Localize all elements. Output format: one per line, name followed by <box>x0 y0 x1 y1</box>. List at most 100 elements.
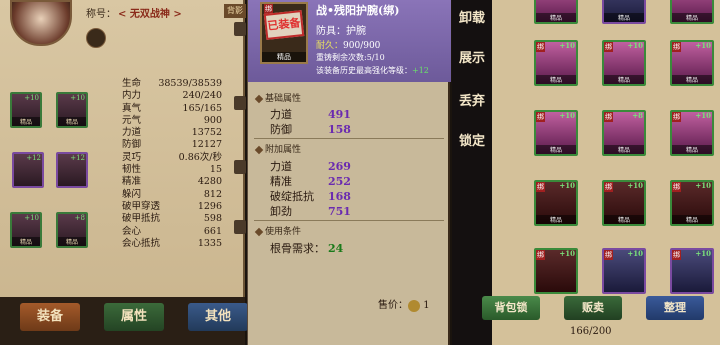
history-line: 该装备历史最高强化等级：+12 <box>316 65 429 76</box>
durability-label: 耐久： <box>316 41 344 51</box>
slot-level: +10 <box>24 214 39 222</box>
inventory-slot[interactable]: 绑 +10 精品 <box>670 110 714 156</box>
bind-badge: 绑 <box>604 42 613 52</box>
equip-slot[interactable]: +10 精品 <box>10 92 42 128</box>
base-attrs-header: 基础属性 <box>256 91 301 104</box>
stat-value: 13752 <box>191 127 222 139</box>
equip-slot[interactable]: +8 精品 <box>56 212 88 248</box>
stat-label: 真气 <box>122 102 142 114</box>
inventory-slot[interactable]: 绑 +10 <box>534 248 578 294</box>
sort-button[interactable]: 整理 <box>646 296 704 320</box>
display-button[interactable]: 展示 <box>452 45 492 73</box>
slot-quality: 精品 <box>536 215 576 224</box>
stat-value: 598 <box>203 213 222 225</box>
unequip-button[interactable]: 卸载 <box>452 5 492 33</box>
stat-row: 破甲穿透 1296 <box>122 201 222 213</box>
stat-row: 会心抵抗 1335 <box>122 238 222 250</box>
lock-button[interactable]: 锁定 <box>452 128 492 156</box>
slot-quality: 精品 <box>536 145 576 154</box>
slot-quality: 精品 <box>536 75 576 84</box>
rank-emblem-icon[interactable] <box>86 28 106 48</box>
character-tabs: 装备 属性 其他 <box>0 297 248 345</box>
equip-slot[interactable]: +10 精品 <box>56 92 88 128</box>
equip-slot[interactable]: +12 <box>12 152 44 188</box>
stat-row: 防御 12127 <box>122 139 222 151</box>
stat-label: 躲闪 <box>122 188 142 200</box>
tag-button[interactable]: 背影 <box>224 4 246 18</box>
item-type: 防具：护腕 <box>316 26 366 37</box>
stat-value: 38539/38539 <box>158 78 222 89</box>
history-label: 该装备历史最高强化等级： <box>316 66 412 75</box>
stat-value: 12127 <box>191 139 222 151</box>
side-tab-icon[interactable] <box>234 22 246 36</box>
inventory-slot[interactable]: 绑 +10 精品 <box>602 40 646 86</box>
character-avatar[interactable] <box>10 0 72 46</box>
requirement-row: 根骨需求： 24 <box>270 240 440 256</box>
inventory-slot[interactable]: 绑 +10 精品 <box>670 180 714 226</box>
slot-quality: 精品 <box>58 237 86 246</box>
stat-label: 破甲抵抗 <box>122 213 161 225</box>
stat-row: 内力 240/240 <box>122 90 222 102</box>
attr-value: 168 <box>328 190 351 203</box>
inventory-slot[interactable]: 绑 +10 精品 <box>602 180 646 226</box>
stat-value: 240/240 <box>182 90 222 102</box>
stat-row: 生命 38539/38539 <box>122 78 222 90</box>
coin-icon <box>408 299 420 312</box>
slot-quality: 精品 <box>604 215 644 224</box>
slot-level: +10 <box>627 249 643 258</box>
bind-badge: 绑 <box>604 112 613 122</box>
stat-label: 生命 <box>122 78 142 89</box>
extra-attrs-header: 附加属性 <box>256 142 301 155</box>
sell-button[interactable]: 贩卖 <box>564 296 622 320</box>
inventory-slot[interactable]: 精品 <box>602 0 646 24</box>
attr-value: 158 <box>328 123 351 136</box>
bind-badge: 绑 <box>672 112 681 122</box>
inventory-slot[interactable]: 绑 +10 精品 <box>670 40 714 86</box>
slot-level: +10 <box>695 111 711 120</box>
discard-button[interactable]: 丢弃 <box>452 88 492 116</box>
inventory-slot[interactable]: 精品 <box>670 0 714 24</box>
inventory-slot[interactable]: 绑 +10 精品 <box>534 40 578 86</box>
slot-level: +12 <box>70 154 85 162</box>
slot-quality: 精品 <box>672 75 712 84</box>
inventory-slot[interactable]: 绑 +10 精品 <box>534 110 578 156</box>
tab-other[interactable]: 其他 <box>188 303 248 331</box>
inventory-slot[interactable]: 绑 +8 精品 <box>602 110 646 156</box>
divider <box>254 138 444 139</box>
character-panel: 称号： < 无双战神 > 背影 +10 精品 +10 精品 +12 +12 +1… <box>0 0 248 345</box>
slot-quality: 精品 <box>604 145 644 154</box>
equip-slot[interactable]: +10 精品 <box>10 212 42 248</box>
title-value[interactable]: < 无双战神 > <box>118 5 182 20</box>
side-tab-icon[interactable] <box>234 220 246 234</box>
attr-value: 269 <box>328 160 351 173</box>
bag-lock-button[interactable]: 背包锁 <box>482 296 540 320</box>
bind-badge: 绑 <box>604 182 613 192</box>
tab-equipment[interactable]: 装备 <box>20 303 80 331</box>
side-tab-icon[interactable] <box>234 96 246 110</box>
equip-slot[interactable]: +12 <box>56 152 88 188</box>
stat-row: 力道 13752 <box>122 127 222 139</box>
stats-list: 生命 38539/38539 内力 240/240 真气 165/165 元气 900 … <box>122 78 222 250</box>
stat-value: 4280 <box>197 176 222 188</box>
slot-level: +10 <box>695 181 711 190</box>
tab-attributes[interactable]: 属性 <box>104 303 164 331</box>
slot-level: +10 <box>695 249 711 258</box>
inventory-slot[interactable]: 绑 +10 <box>602 248 646 294</box>
side-tab-icon[interactable] <box>234 160 246 174</box>
durability-line: 耐久：900/900 <box>316 38 380 51</box>
slot-quality: 精品 <box>12 117 40 126</box>
attr-row: 力道 491 <box>270 106 440 122</box>
inventory-capacity: 166/200 <box>570 326 612 337</box>
stat-value: 1296 <box>197 200 222 212</box>
inventory-panel: 精品 精品 精品 绑 +10 精品 绑 +10 精品 绑 +10 精品 绑 +10 精品 绑 +8… <box>482 0 720 345</box>
slot-level: +10 <box>24 94 39 102</box>
inventory-slot[interactable]: 精品 <box>534 0 578 24</box>
slot-level: +8 <box>74 214 85 222</box>
inventory-slot[interactable]: 绑 +10 <box>670 248 714 294</box>
attr-name: 破绽抵抗 <box>270 190 314 203</box>
inventory-slot[interactable]: 绑 +10 精品 <box>534 180 578 226</box>
item-action-menu: 卸载 展示 丢弃 锁定 <box>452 0 492 345</box>
price-line: 售价： 1 <box>378 296 430 312</box>
attr-name: 卸劲 <box>270 205 292 218</box>
stat-row: 会心 661 <box>122 226 222 238</box>
